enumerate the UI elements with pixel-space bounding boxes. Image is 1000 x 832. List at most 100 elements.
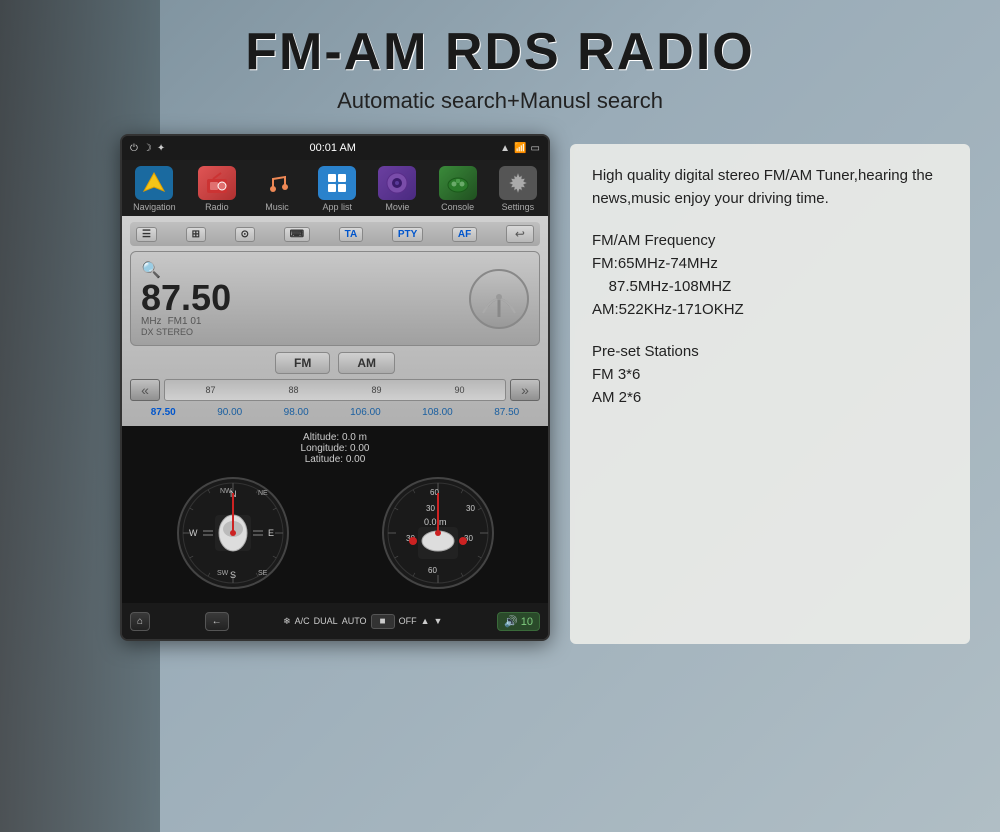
gps-longitude: Longitude: 0.00 — [130, 443, 540, 454]
toolbar-btn-af[interactable]: AF — [452, 227, 477, 242]
climate-dual-label: DUAL — [314, 616, 338, 626]
preset-5[interactable]: 108.00 — [422, 407, 453, 418]
toolbar-btn-clock[interactable]: ⊙ — [235, 227, 255, 242]
nav-bar: Navigation Radio — [122, 160, 548, 216]
svg-text:S: S — [230, 570, 236, 580]
nav-icon-console — [439, 166, 477, 200]
climate-fan-down-icon: ▼ — [434, 616, 443, 626]
toolbar-btn-ta[interactable]: TA — [339, 227, 364, 242]
nav-icon-radio — [198, 166, 236, 200]
tuner-tick-89: 89 — [371, 385, 381, 395]
climate-auto-label: AUTO — [342, 616, 367, 626]
volume-icon: 🔊 — [504, 616, 518, 628]
compass-gauge: N E S W NW NE SE SW — [173, 473, 293, 593]
svg-text:0.0 m: 0.0 m — [424, 517, 447, 527]
nav-label-applist: App list — [322, 202, 352, 212]
volume-value: 10 — [521, 616, 533, 628]
nav-icon-applist — [318, 166, 356, 200]
am-button[interactable]: AM — [338, 352, 395, 374]
gps-panel: Altitude: 0.0 m Longitude: 0.00 Latitude… — [122, 426, 548, 603]
freq-station: FM1 01 — [168, 316, 202, 327]
gps-info: Altitude: 0.0 m Longitude: 0.00 Latitude… — [130, 432, 540, 465]
nav-label-console: Console — [441, 202, 474, 212]
tuner-skip-back[interactable]: « — [130, 379, 160, 401]
status-right-icons: ▲ 📶 ▭ — [500, 143, 540, 154]
nav-item-console[interactable]: Console — [439, 166, 477, 212]
preset-3[interactable]: 98.00 — [284, 407, 309, 418]
tuner-tick-87: 87 — [205, 385, 215, 395]
speed-gauge: 60 30 30 30 30 60 0.0 m — [378, 473, 498, 593]
svg-text:SE: SE — [258, 570, 268, 577]
nav-item-radio[interactable]: Radio — [198, 166, 236, 212]
toolbar-btn-preset[interactable]: ⊞ — [186, 227, 206, 242]
brightness-icon: ✦ — [157, 143, 165, 154]
toolbar-btn-keyboard[interactable]: ⌨ — [284, 227, 310, 242]
moon-icon: ☽ — [143, 143, 152, 154]
toolbar-btn-list[interactable]: ☰ — [136, 227, 157, 242]
power-icon: ⏻ — [130, 143, 138, 154]
subtitle: Automatic search+Manusl search — [0, 88, 1000, 114]
nav-icon-console-svg — [444, 169, 472, 197]
antenna-icon — [477, 277, 521, 321]
climate-ac-label: A/C — [295, 616, 310, 626]
freq-antenna — [469, 269, 529, 329]
nav-icon-navigation-svg — [140, 169, 168, 197]
fm-am-row: FM AM — [130, 352, 540, 374]
info-panel: High quality digital stereo FM/AM Tuner,… — [570, 144, 970, 644]
tuner-tick-88: 88 — [288, 385, 298, 395]
battery-icon: ▭ — [531, 143, 540, 154]
svg-text:30: 30 — [466, 504, 475, 513]
nav-item-movie[interactable]: Movie — [378, 166, 416, 212]
climate-fan-up-icon: ▲ — [421, 616, 430, 626]
svg-text:E: E — [268, 528, 274, 538]
climate-controls: ❄ A/C DUAL AUTO ■ OFF ▲ ▼ — [283, 614, 442, 629]
nav-item-navigation[interactable]: Navigation — [133, 166, 176, 212]
preset-4[interactable]: 106.00 — [350, 407, 381, 418]
climate-volume: 🔊 10 — [497, 612, 540, 631]
preset-2[interactable]: 90.00 — [217, 407, 242, 418]
nav-item-music[interactable]: Music — [258, 166, 296, 212]
nav-label-movie: Movie — [385, 202, 409, 212]
nav-label-radio: Radio — [205, 202, 229, 212]
svg-text:NE: NE — [258, 490, 268, 497]
freq-display: 🔍 87.50 MHz FM1 01 DX STEREO — [130, 251, 540, 346]
nav-label-settings: Settings — [502, 202, 535, 212]
back-button[interactable]: ← — [205, 612, 229, 631]
info-paragraph-2: FM/AM Frequency FM:65MHz-74MHz 87.5MHz-1… — [592, 229, 948, 322]
main-title: FM-AM RDS RADIO — [0, 22, 1000, 82]
svg-text:SW: SW — [217, 570, 229, 577]
nav-label-navigation: Navigation — [133, 202, 176, 212]
svg-text:W: W — [189, 528, 198, 538]
nav-icon-settings — [499, 166, 537, 200]
toolbar-btn-pty[interactable]: PTY — [392, 227, 423, 242]
status-left-icons: ⏻ ☽ ✦ — [130, 143, 165, 154]
nav-icon-movie-svg — [383, 169, 411, 197]
nav-icon-movie — [378, 166, 416, 200]
freq-stereo: DX STEREO — [141, 327, 231, 337]
speed-svg: 60 30 30 30 30 60 0.0 m — [378, 473, 498, 593]
nav-icon-radio-svg — [203, 169, 231, 197]
gps-latitude: Latitude: 0.00 — [130, 454, 540, 465]
home-button[interactable]: ⌂ — [130, 612, 150, 631]
nav-label-music: Music — [265, 202, 289, 212]
tuner-tick-90: 90 — [454, 385, 464, 395]
toolbar-btn-back[interactable]: ↩ — [506, 225, 534, 243]
freq-mhz: MHz — [141, 316, 162, 327]
nav-icon-applist-svg — [323, 169, 351, 197]
wifi-icon: ▲ — [500, 143, 510, 154]
status-time: 00:01 AM — [309, 142, 355, 154]
gps-altitude: Altitude: 0.0 m — [130, 432, 540, 443]
radio-panel: ☰ ⊞ ⊙ ⌨ TA PTY AF ↩ 🔍 87.50 MHz — [122, 216, 548, 426]
nav-item-applist[interactable]: App list — [318, 166, 356, 212]
preset-1[interactable]: 87.50 — [151, 407, 176, 418]
fm-button[interactable]: FM — [275, 352, 330, 374]
header-section: FM-AM RDS RADIO Automatic search+Manusl … — [0, 0, 1000, 124]
radio-toolbar: ☰ ⊞ ⊙ ⌨ TA PTY AF ↩ — [130, 222, 540, 246]
content-row: ⏻ ☽ ✦ 00:01 AM ▲ 📶 ▭ — [0, 124, 1000, 832]
climate-bar: ⌂ ← ❄ A/C DUAL AUTO ■ OFF ▲ ▼ 🔊 10 — [122, 603, 548, 639]
tuner-skip-forward[interactable]: » — [510, 379, 540, 401]
preset-6[interactable]: 87.50 — [494, 407, 519, 418]
freq-number: 87.50 — [141, 280, 231, 316]
nav-item-settings[interactable]: Settings — [499, 166, 537, 212]
page-wrapper: FM-AM RDS RADIO Automatic search+Manusl … — [0, 0, 1000, 832]
